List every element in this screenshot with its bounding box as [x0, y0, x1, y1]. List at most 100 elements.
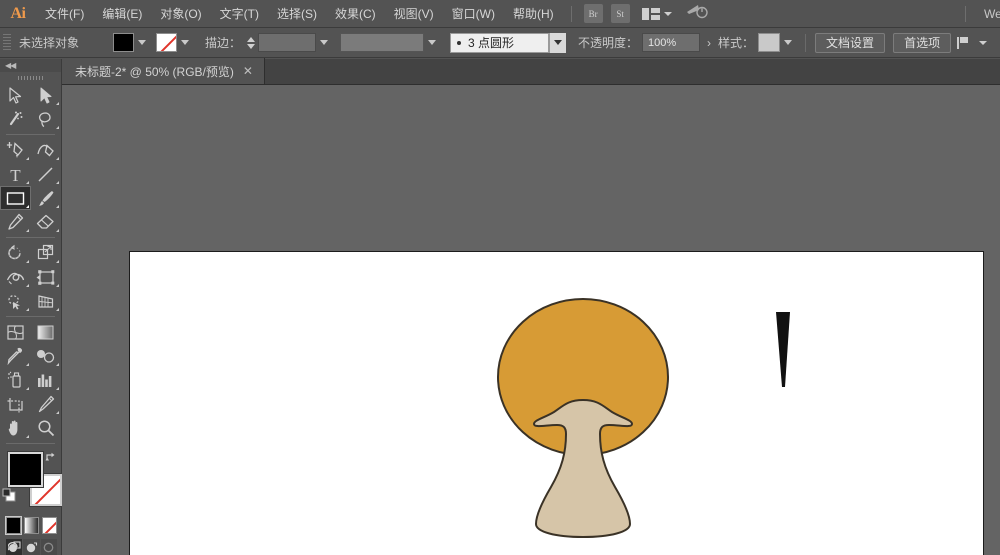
tool-paintbrush[interactable] [31, 186, 62, 210]
tool-pen[interactable] [0, 138, 31, 162]
menu-window[interactable]: 窗口(W) [443, 0, 504, 28]
document-setup-button[interactable]: 文档设置 [815, 32, 886, 53]
graphic-style-swatch[interactable] [758, 33, 781, 52]
tool-zoom[interactable] [31, 416, 62, 440]
tool-hand[interactable] [0, 416, 31, 440]
brush-definition-field[interactable]: 3 点圆形 [450, 32, 550, 53]
tool-slice[interactable] [31, 392, 62, 416]
tool-rotate[interactable] [0, 241, 31, 265]
opacity-label: 不透明度： [578, 36, 639, 50]
toolbar-divider [6, 237, 55, 238]
tool-row: T [0, 162, 61, 186]
menu-type[interactable]: 文字(T) [211, 0, 268, 28]
fill-dropdown-arrow[interactable] [134, 33, 150, 52]
default-fill-stroke-icon[interactable] [2, 488, 17, 508]
tool-symbol-sprayer[interactable] [0, 368, 31, 392]
mode-gradient[interactable] [24, 517, 39, 534]
illustrator-window: Ai 文件(F) 编辑(E) 对象(O) 文字(T) 选择(S) 效果(C) 视… [0, 0, 1000, 555]
tool-group-indicator-icon [25, 284, 29, 287]
tool-perspective-grid[interactable] [31, 289, 62, 313]
tool-curvature[interactable] [31, 138, 62, 162]
arrange-documents-icon [641, 7, 660, 20]
stroke-profile-field[interactable] [340, 33, 425, 52]
tool-blend[interactable] [31, 344, 62, 368]
canvas-area[interactable] [62, 85, 1000, 555]
tool-type[interactable]: T [0, 162, 31, 186]
tool-eraser[interactable] [31, 210, 62, 234]
menu-file[interactable]: 文件(F) [36, 0, 93, 28]
tool-group-indicator-icon [25, 229, 29, 232]
menu-help[interactable]: 帮助(H) [504, 0, 563, 28]
toolbar-divider [6, 316, 55, 317]
stroke-weight-dropdown-arrow[interactable] [316, 33, 332, 52]
tool-width[interactable] [0, 265, 31, 289]
tool-group-indicator-icon [56, 411, 59, 414]
tool-pencil[interactable] [0, 210, 31, 234]
fill-color-swatch[interactable] [113, 33, 134, 52]
swap-fill-stroke-icon[interactable] [45, 450, 57, 468]
stroke-weight-stepper[interactable] [245, 34, 256, 52]
tool-selection[interactable] [0, 83, 31, 107]
brush-stroke-preview-icon [457, 40, 462, 45]
tool-group-indicator-icon [56, 284, 59, 287]
tool-group-indicator-icon [25, 260, 29, 263]
tool-row [0, 138, 61, 162]
opacity-field[interactable]: 100% [642, 33, 701, 52]
tool-magic-wand[interactable] [0, 107, 31, 131]
mode-none[interactable] [42, 517, 57, 534]
brush-definition-dropdown-arrow[interactable] [549, 32, 567, 53]
tools-panel: ◀◀ T [0, 59, 62, 555]
tool-gradient[interactable] [31, 320, 62, 344]
tool-direct-selection[interactable] [31, 83, 62, 107]
stock-icon[interactable]: St [610, 4, 630, 23]
menu-view[interactable]: 视图(V) [385, 0, 443, 28]
screen-fullscreen-menu[interactable] [23, 539, 40, 555]
mode-color[interactable] [5, 516, 22, 535]
screen-normal[interactable] [6, 539, 23, 555]
control-bar: 未选择对象 描边： 3 点圆形 不透明度： 100% › 样式： 文档设置 首选… [0, 28, 1000, 58]
document-tab[interactable]: 未标题-2* @ 50% (RGB/预览) ✕ [62, 58, 265, 84]
tool-scale[interactable] [31, 241, 62, 265]
tool-row [0, 344, 61, 368]
bridge-icon[interactable]: Br [583, 4, 603, 23]
menu-edit[interactable]: 编辑(E) [93, 0, 151, 28]
menu-select[interactable]: 选择(S) [268, 0, 326, 28]
menu-effect[interactable]: 效果(C) [326, 0, 385, 28]
opacity-options-arrow[interactable]: › [700, 36, 718, 50]
tool-shape-builder[interactable] [0, 289, 31, 313]
artwork[interactable] [130, 252, 983, 555]
align-to-pixel-grid-icon[interactable] [957, 36, 973, 50]
toolbar-grip[interactable] [0, 72, 61, 83]
menu-object[interactable]: 对象(O) [151, 0, 210, 28]
workspace-switcher[interactable]: We [957, 0, 1000, 28]
tool-group-indicator-icon [25, 387, 29, 390]
tool-mesh[interactable] [0, 320, 31, 344]
tool-rectangle[interactable] [0, 186, 31, 210]
stroke-dropdown-arrow[interactable] [177, 33, 193, 52]
stroke-weight-field[interactable] [258, 33, 317, 52]
tool-rows: T [0, 83, 61, 440]
tool-eyedropper[interactable] [0, 344, 31, 368]
fill-swatch[interactable] [8, 452, 43, 487]
tool-column-graph[interactable] [31, 368, 62, 392]
menubar-divider [570, 5, 572, 22]
screen-fullscreen[interactable] [40, 539, 57, 555]
tool-group-indicator-icon [56, 363, 59, 366]
mushroom-stem-shape [532, 398, 634, 539]
artboard[interactable] [130, 252, 983, 555]
stroke-profile-dropdown-arrow[interactable] [424, 33, 440, 52]
graphic-style-dropdown-arrow[interactable] [780, 33, 796, 52]
tool-lasso[interactable] [31, 107, 62, 131]
tool-line-segment[interactable] [31, 162, 62, 186]
tool-free-transform[interactable] [31, 265, 62, 289]
preferences-button[interactable]: 首选项 [893, 32, 952, 53]
toolbar-collapse-button[interactable]: ◀◀ [0, 59, 61, 72]
tool-artboard[interactable] [0, 392, 31, 416]
style-label: 样式： [718, 36, 755, 50]
close-icon[interactable]: ✕ [243, 65, 253, 77]
arrange-documents-button[interactable] [641, 7, 672, 20]
control-bar-grip[interactable] [3, 33, 11, 52]
stroke-color-swatch[interactable] [156, 33, 177, 52]
sync-settings-icon[interactable] [686, 3, 708, 24]
control-bar-overflow-arrow[interactable] [979, 40, 988, 45]
